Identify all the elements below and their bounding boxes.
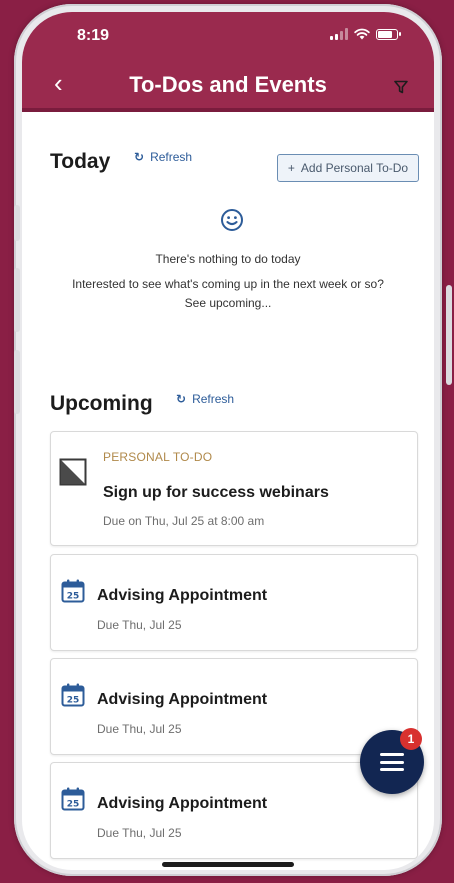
todo-tag: PERSONAL TO-DO [103,450,213,464]
todo-due: Due on Thu, Jul 25 at 8:00 am [103,514,265,528]
calendar-day: 25 [67,800,80,810]
calendar-day: 25 [67,592,80,602]
see-upcoming-link[interactable]: See upcoming... [22,296,434,310]
calendar-icon: 25 [61,683,85,707]
mute-switch [14,205,20,241]
appointment-due: Due Thu, Jul 25 [97,826,182,840]
appointment-title: Advising Appointment [97,795,268,812]
calendar-icon: 25 [61,787,85,811]
menu-fab-button[interactable]: 1 [360,728,424,794]
today-refresh-button[interactable]: ↻ Refresh [134,150,192,164]
refresh-label: Refresh [150,150,193,164]
calendar-day: 25 [67,696,80,706]
appointment-card[interactable]: 25 Advising Appointment Due Thu, Jul 25 [50,658,418,755]
volume-up-button [14,268,20,332]
refresh-icon: ↻ [134,150,145,164]
todo-checkbox-icon [59,458,87,486]
upcoming-title: Upcoming [50,392,153,415]
appointment-title: Advising Appointment [97,691,268,708]
status-icons [330,28,401,40]
appointment-due: Due Thu, Jul 25 [97,618,182,632]
volume-down-button [14,350,20,414]
smiley-icon [221,209,243,231]
app-screen: 8:19 ‹ To-Dos and Events Today ↻ Refresh… [22,12,434,870]
signal-icon [330,28,348,40]
power-button [446,285,452,385]
page-title: To-Dos and Events [129,72,327,97]
empty-state-prompt: Interested to see what's coming up in th… [72,277,384,291]
appointment-title: Advising Appointment [97,587,268,604]
battery-icon [376,28,401,40]
hamburger-menu-icon [380,753,404,771]
app-header: 8:19 ‹ To-Dos and Events [22,12,434,112]
notification-badge: 1 [400,728,422,750]
appointment-card[interactable]: 25 Advising Appointment Due Thu, Jul 25 [50,554,418,651]
status-time: 8:19 [77,27,110,44]
calendar-icon: 25 [61,579,85,603]
plus-icon: + [287,161,295,175]
today-title: Today [50,150,111,173]
empty-state-title: There's nothing to do today [155,252,301,266]
home-indicator[interactable] [162,862,294,867]
refresh-label: Refresh [192,392,235,406]
refresh-icon: ↻ [176,392,187,406]
todo-card[interactable]: PERSONAL TO-DO Sign up for success webin… [50,431,418,546]
appointment-due: Due Thu, Jul 25 [97,722,182,736]
add-personal-todo-button[interactable]: + Add Personal To-Do [277,154,419,182]
upcoming-refresh-button[interactable]: ↻ Refresh [176,392,234,406]
add-personal-todo-label: Add Personal To-Do [300,161,409,175]
filter-icon[interactable] [394,80,408,94]
todo-title: Sign up for success webinars [103,484,329,501]
wifi-icon [354,28,370,40]
